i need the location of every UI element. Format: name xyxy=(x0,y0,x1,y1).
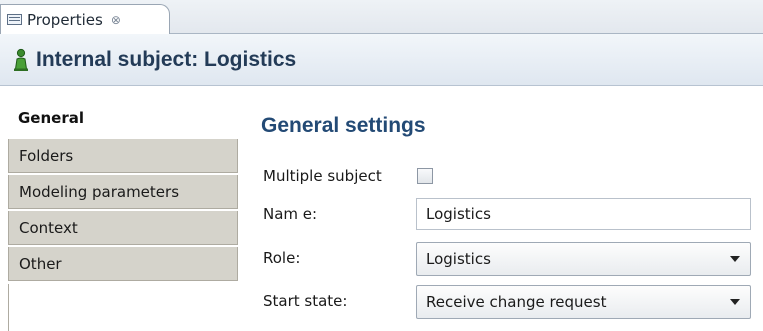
sidebar-item-label: General xyxy=(18,109,84,127)
name-field[interactable]: Logistics xyxy=(416,198,751,230)
sidebar-item-label: Modeling parameters xyxy=(19,182,180,201)
role-select[interactable]: Logistics xyxy=(416,242,751,276)
name-field-value: Logistics xyxy=(426,205,491,223)
start-state-select-value: Receive change request xyxy=(426,293,607,311)
page-title: Internal subject: Logistics xyxy=(36,47,297,71)
section-title: General settings xyxy=(261,114,426,137)
sidebar-item-general[interactable]: General xyxy=(8,101,238,135)
sidebar-divider xyxy=(8,284,9,331)
chevron-down-icon[interactable] xyxy=(730,256,740,262)
close-icon[interactable]: ⊗ xyxy=(111,13,121,27)
sidebar-item-modeling-parameters[interactable]: Modeling parameters xyxy=(8,175,238,209)
start-state-select[interactable]: Receive change request xyxy=(416,285,751,319)
role-select-value: Logistics xyxy=(426,250,491,268)
sidebar-item-label: Folders xyxy=(19,146,74,165)
view-tab-strip: Properties ⊗ xyxy=(0,0,763,34)
properties-sidebar: General Folders Modeling parameters Cont… xyxy=(0,86,238,331)
sidebar-item-label: Context xyxy=(19,218,78,237)
sidebar-item-folders[interactable]: Folders xyxy=(8,139,238,173)
properties-header: Internal subject: Logistics xyxy=(0,34,763,86)
start-state-label: Start state: xyxy=(263,292,348,310)
role-label: Role: xyxy=(263,249,301,267)
sidebar-item-other[interactable]: Other xyxy=(8,247,238,281)
chevron-down-icon[interactable] xyxy=(730,299,740,305)
sidebar-item-context[interactable]: Context xyxy=(8,211,238,245)
sidebar-item-label: Other xyxy=(19,254,62,273)
multiple-subject-checkbox[interactable] xyxy=(417,168,433,184)
name-label: Nam e: xyxy=(263,205,318,223)
multiple-subject-label: Multiple subject xyxy=(263,167,382,185)
properties-view-icon xyxy=(7,14,22,25)
person-icon xyxy=(14,48,28,71)
tab-properties[interactable]: Properties ⊗ xyxy=(0,4,170,34)
general-settings-panel: General settings Multiple subject Nam e:… xyxy=(239,86,763,331)
tab-properties-label: Properties xyxy=(27,10,103,29)
